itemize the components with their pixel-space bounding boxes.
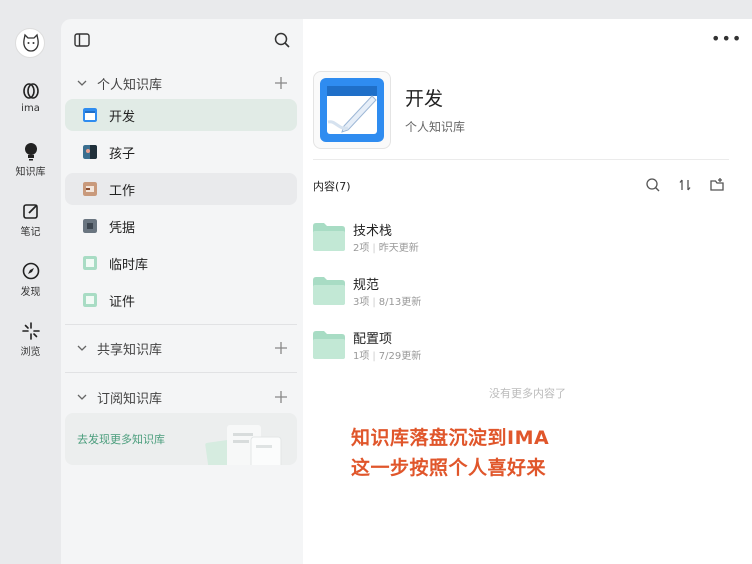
section-divider (65, 372, 297, 373)
discover-more-link[interactable]: 去发现更多知识库 (77, 431, 165, 447)
kb-subtitle: 个人知识库 (405, 120, 466, 134)
chevron-down-icon[interactable] (75, 76, 89, 90)
section-divider (65, 324, 297, 325)
rail-label: ima (21, 103, 40, 114)
folder-name: 配置项 (353, 332, 393, 347)
personal-kb-section-header[interactable]: 个人知识库 (61, 69, 303, 97)
kb-item-documents[interactable]: 证件 (65, 284, 297, 316)
folder-meta: 1项 | 7/29更新 (353, 347, 421, 362)
sidebar-toggle-icon[interactable] (73, 31, 91, 49)
add-icon[interactable] (273, 340, 289, 356)
folder-updated: 昨天更新 (378, 243, 419, 254)
chevron-down-icon[interactable] (75, 390, 89, 404)
kb-cover-icon (83, 182, 97, 196)
kb-cover-image[interactable] (313, 71, 391, 149)
header-divider (313, 159, 729, 160)
folder-count: 3项 (353, 297, 370, 308)
folder-name: 技术栈 (353, 224, 393, 239)
add-icon[interactable] (273, 389, 289, 405)
chevron-down-icon[interactable] (75, 341, 89, 355)
app-logo-icon[interactable] (15, 28, 45, 58)
rail-item-browse[interactable]: 浏览 (0, 320, 61, 358)
folder-item[interactable]: 技术栈 2项 | 昨天更新 (313, 220, 733, 270)
search-icon[interactable] (645, 177, 661, 193)
rail-item-discover[interactable]: 发现 (0, 260, 61, 298)
kb-cover-icon (83, 256, 97, 270)
kb-cover-icon (83, 293, 97, 307)
folder-updated: 8/13更新 (378, 297, 422, 308)
meta-separator: | (372, 297, 376, 308)
meta-separator: | (372, 243, 376, 254)
kb-item-work[interactable]: 工作 (65, 173, 297, 205)
add-folder-icon[interactable] (709, 177, 725, 193)
app-rail: ima 知识库 笔记 发现 浏览 (0, 0, 61, 564)
folder-icon (313, 223, 345, 251)
kb-item-temp[interactable]: 临时库 (65, 247, 297, 279)
document-illustration-icon (205, 425, 282, 465)
section-title: 个人知识库 (97, 78, 163, 93)
folder-count: 2项 (353, 243, 370, 254)
folder-icon (313, 277, 345, 305)
subscribed-kb-section-header[interactable]: 订阅知识库 (61, 383, 303, 411)
kb-item-label: 孩子 (109, 147, 136, 162)
kb-item-label: 凭据 (109, 221, 136, 236)
kb-cover-icon (83, 108, 97, 122)
notebook-pen-icon (320, 78, 384, 142)
rail-label: 笔记 (20, 227, 41, 238)
more-options-icon[interactable]: ••• (711, 29, 742, 48)
annotation-line-1: 知识库落盘沉淀到IMA (351, 427, 550, 449)
kb-item-label: 工作 (109, 184, 136, 199)
rail-item-knowledge[interactable]: 知识库 (0, 140, 61, 178)
kb-item-label: 临时库 (109, 258, 149, 273)
kb-cover-icon (83, 219, 97, 233)
sparkle-icon (21, 322, 40, 340)
section-title: 订阅知识库 (97, 392, 163, 407)
rail-label: 知识库 (15, 167, 46, 178)
folder-count: 1项 (353, 351, 370, 362)
folder-icon (313, 331, 345, 359)
folder-item[interactable]: 配置项 1项 | 7/29更新 (313, 328, 733, 378)
add-icon[interactable] (273, 75, 289, 91)
rail-item-notes[interactable]: 笔记 (0, 200, 61, 238)
no-more-content-text: 没有更多内容了 (489, 387, 566, 400)
kb-item-dev[interactable]: 开发 (65, 99, 297, 131)
rail-label: 浏览 (20, 347, 41, 358)
folder-meta: 2项 | 昨天更新 (353, 239, 419, 254)
edit-note-icon (22, 204, 38, 219)
lightbulb-icon (24, 143, 37, 161)
kb-item-label: 证件 (109, 295, 136, 310)
sort-icon[interactable] (677, 177, 693, 193)
ima-icon (22, 83, 39, 99)
shared-kb-section-header[interactable]: 共享知识库 (61, 334, 303, 362)
rail-label: 发现 (20, 287, 41, 298)
discover-more-card[interactable]: 去发现更多知识库 (65, 413, 297, 465)
meta-separator: | (372, 351, 376, 362)
knowledge-sidebar: 个人知识库 开发 孩子 工作 凭据 临时库 证件 共享知识库 订阅知识库 去发现… (61, 19, 303, 564)
rail-item-ima[interactable]: ima (0, 80, 61, 114)
kb-title: 开发 (405, 88, 444, 110)
folder-item[interactable]: 规范 3项 | 8/13更新 (313, 274, 733, 324)
section-title: 共享知识库 (97, 343, 163, 358)
kb-detail-panel: ••• 开发 个人知识库 内容(7) 技术栈 2项 | 昨天更新 规范 3项 | 8/1… (303, 19, 752, 564)
folder-meta: 3项 | 8/13更新 (353, 293, 421, 308)
kb-item-label: 开发 (109, 110, 136, 125)
folder-updated: 7/29更新 (378, 351, 422, 362)
compass-icon (22, 262, 39, 280)
kb-item-kids[interactable]: 孩子 (65, 136, 297, 168)
content-count-header: 内容(7) (313, 180, 351, 193)
search-icon[interactable] (273, 31, 291, 49)
kb-cover-icon (83, 145, 97, 159)
kb-item-credentials[interactable]: 凭据 (65, 210, 297, 242)
folder-name: 规范 (353, 278, 380, 293)
annotation-line-2: 这一步按照个人喜好来 (351, 457, 547, 479)
